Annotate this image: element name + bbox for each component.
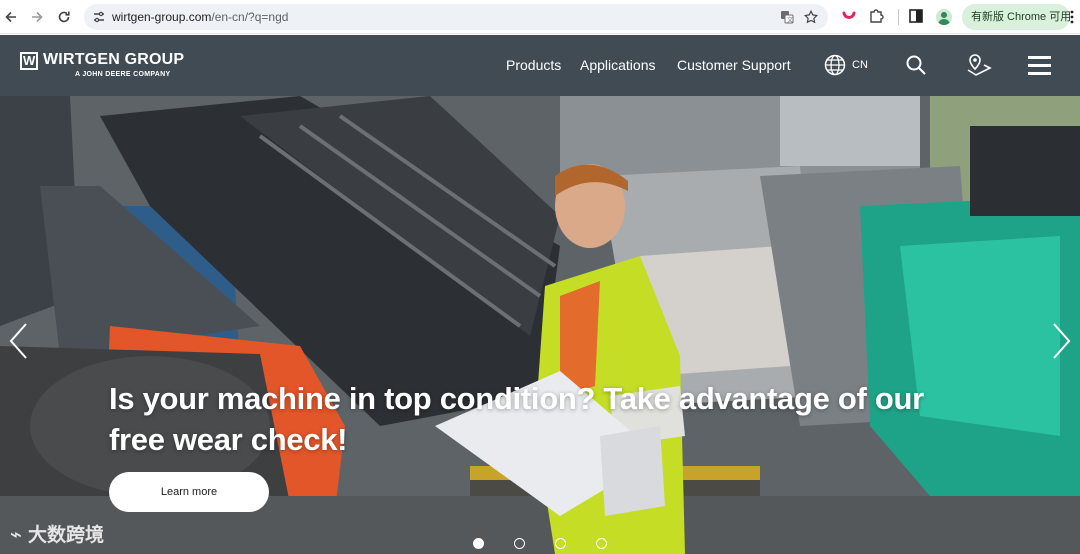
logo-subtitle: A JOHN DEERE COMPANY xyxy=(75,71,171,78)
watermark-logo-icon: ⌁ xyxy=(10,524,23,546)
carousel-dot-4[interactable] xyxy=(596,538,607,549)
carousel-dot-1[interactable] xyxy=(473,538,484,549)
language-code[interactable]: CN xyxy=(852,59,868,71)
nav-customer-support[interactable]: Customer Support xyxy=(677,57,791,73)
watermark-text: ⌁ 大数跨境 xyxy=(10,524,105,546)
carousel-prev-icon[interactable] xyxy=(8,322,30,360)
kebab-menu-icon[interactable] xyxy=(1070,10,1074,24)
learn-more-button[interactable]: Learn more xyxy=(109,472,269,512)
carousel-next-icon[interactable] xyxy=(1050,322,1072,360)
bookmark-star-icon[interactable] xyxy=(804,10,818,24)
dealer-locator-icon[interactable] xyxy=(966,53,992,77)
search-icon[interactable] xyxy=(906,55,926,75)
browser-toolbar: wirtgen-group.com/en-cn/?q=ngd 文 有新版 Chr… xyxy=(0,0,1080,34)
forward-icon[interactable] xyxy=(26,6,48,28)
logo-text: WIRTGEN GROUP xyxy=(43,51,185,68)
translate-icon[interactable]: 文 xyxy=(780,10,794,24)
url-text: wirtgen-group.com/en-cn/?q=ngd xyxy=(112,10,289,24)
toolbar-separator xyxy=(898,9,899,25)
hero-headline: Is your machine in top condition? Take a… xyxy=(109,381,924,457)
hamburger-menu-icon[interactable] xyxy=(1028,56,1051,75)
site-info-icon[interactable] xyxy=(92,10,106,24)
update-chrome-pill[interactable]: 有新版 Chrome 可用 xyxy=(962,4,1071,30)
svg-text:文: 文 xyxy=(787,16,793,24)
puzzle-icon[interactable] xyxy=(868,8,884,24)
carousel-dot-3[interactable] xyxy=(555,538,566,549)
nav-products[interactable]: Products xyxy=(506,57,561,73)
hero-carousel: Is your machine in top condition? Take a… xyxy=(0,96,1080,554)
address-bar[interactable]: wirtgen-group.com/en-cn/?q=ngd 文 xyxy=(84,4,828,30)
carousel-dot-2[interactable] xyxy=(514,538,525,549)
logo-mark-icon: W xyxy=(20,52,38,70)
nav-applications[interactable]: Applications xyxy=(580,57,656,73)
back-icon[interactable] xyxy=(0,6,22,28)
site-header: W WIRTGEN GROUP A JOHN DEERE COMPANY Pro… xyxy=(0,35,1080,96)
avatar[interactable] xyxy=(936,9,952,25)
globe-icon[interactable] xyxy=(824,54,846,76)
reload-icon[interactable] xyxy=(53,6,75,28)
side-panel-icon[interactable] xyxy=(908,8,924,24)
extension-icon[interactable] xyxy=(841,8,857,24)
